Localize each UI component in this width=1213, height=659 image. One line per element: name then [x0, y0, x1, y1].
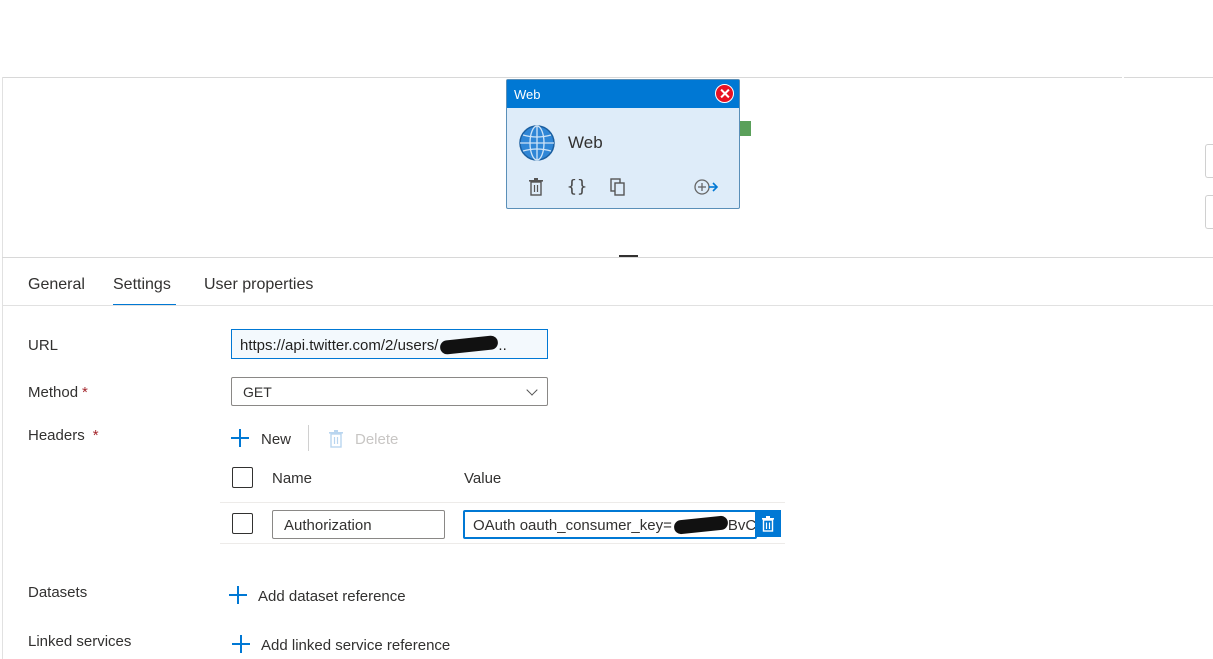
- header-value-input[interactable]: OAuth oauth_consumer_key= BvCo: [463, 510, 757, 539]
- tab-general[interactable]: General: [28, 276, 85, 294]
- trash-icon: [762, 515, 774, 532]
- url-label: URL: [28, 337, 59, 354]
- table-header-border: [220, 502, 785, 503]
- tab-user-properties[interactable]: User properties: [204, 276, 313, 294]
- delete-disabled-icon: [329, 430, 343, 453]
- panel-left-border: [2, 77, 3, 659]
- column-header-value: Value: [464, 470, 502, 487]
- table-row-border: [220, 543, 785, 544]
- canvas-side-button-1[interactable]: [1205, 144, 1213, 178]
- tabs-border: [2, 305, 1213, 306]
- activity-header: Web: [507, 80, 739, 108]
- plus-icon: [231, 429, 249, 447]
- headers-label-text: Headers: [28, 427, 85, 444]
- redaction-mark: [439, 335, 499, 355]
- select-all-checkbox[interactable]: [232, 467, 253, 488]
- row-checkbox[interactable]: [232, 513, 253, 534]
- toolbar-separator: [308, 425, 309, 451]
- activity-type-label: Web: [514, 87, 541, 102]
- method-label: Method *: [28, 384, 88, 401]
- add-linked-service-reference-button[interactable]: Add linked service reference: [261, 637, 450, 654]
- activity-name: Web: [568, 133, 603, 152]
- canvas-top-border: [2, 77, 1122, 78]
- url-value: https://api.twitter.com/2/users/: [240, 337, 439, 354]
- plus-icon: [232, 635, 250, 653]
- column-header-name: Name: [272, 470, 313, 487]
- canvas-side-button-2[interactable]: [1205, 195, 1213, 229]
- add-dataset-reference-button[interactable]: Add dataset reference: [258, 588, 406, 605]
- method-label-text: Method: [28, 384, 79, 401]
- headers-label: Headers *: [28, 427, 99, 444]
- tab-settings[interactable]: Settings: [113, 276, 171, 294]
- method-value: GET: [243, 384, 272, 400]
- delete-icon[interactable]: [525, 176, 547, 198]
- code-braces-icon[interactable]: {}: [566, 176, 588, 198]
- plus-icon: [229, 586, 247, 604]
- header-value-suffix: BvCo: [727, 517, 757, 534]
- required-marker: *: [82, 384, 88, 401]
- datasets-label: Datasets: [28, 584, 88, 601]
- resize-handle[interactable]: [619, 255, 638, 257]
- activity-actions: {}: [507, 176, 739, 200]
- panel-divider: [2, 257, 1213, 258]
- close-icon[interactable]: [715, 84, 734, 103]
- linked-services-label: Linked services: [28, 633, 132, 650]
- url-input[interactable]: https://api.twitter.com/2/users/..: [231, 329, 548, 359]
- copy-icon[interactable]: [607, 176, 629, 198]
- success-output-port[interactable]: [740, 121, 751, 136]
- globe-icon: [519, 125, 555, 161]
- url-suffix: ..: [498, 337, 507, 354]
- new-header-button[interactable]: New: [261, 431, 291, 448]
- add-output-icon[interactable]: [692, 176, 720, 198]
- delete-row-button[interactable]: [755, 510, 781, 537]
- chevron-down-icon: [526, 384, 538, 396]
- pipeline-canvas[interactable]: Web Web {}: [0, 0, 1213, 257]
- header-value-prefix: OAuth oauth_consumer_key=: [473, 517, 672, 534]
- redaction-mark: [673, 515, 729, 535]
- canvas-top-border-right: [1124, 77, 1213, 78]
- required-marker: *: [92, 427, 99, 444]
- activity-body: Web: [507, 108, 739, 176]
- web-activity-node[interactable]: Web Web {}: [506, 79, 740, 209]
- method-select[interactable]: GET: [231, 377, 548, 406]
- delete-header-button[interactable]: Delete: [355, 431, 398, 448]
- header-name-input[interactable]: Authorization: [272, 510, 445, 539]
